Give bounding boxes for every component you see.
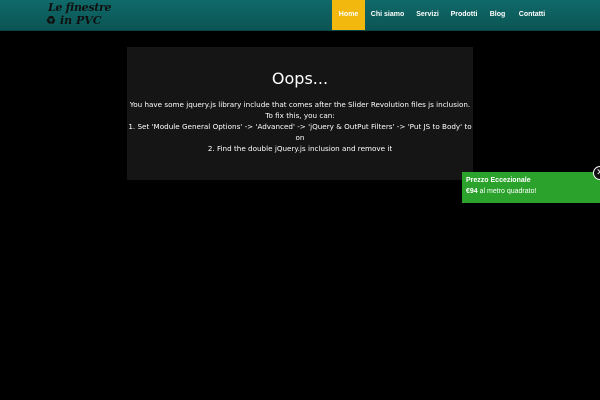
promo-banner[interactable]: Prezzo Eccezionale €94 al metro quadrato… [462,172,600,203]
site-logo[interactable]: Le finestre ♻ in PVC [46,2,118,29]
nav-item-prodotti[interactable]: Prodotti [445,0,483,30]
site-header: Le finestre ♻ in PVC Home Chi siamo Serv… [0,0,600,31]
nav-item-blog[interactable]: Blog [483,0,512,30]
error-line-3: 1. Set 'Module General Options' -> 'Adva… [128,122,472,131]
close-icon[interactable]: ✕ [593,166,600,180]
error-line-1: You have some jquery.js library include … [129,100,471,109]
nav-item-servizi[interactable]: Servizi [410,0,445,30]
error-line-5: 2. Find the double jQuery.js inclusion a… [207,144,393,153]
logo-line-1: Le finestre [48,1,112,14]
error-box: Oops... You have some jquery.js library … [127,47,473,180]
nav-item-contatti[interactable]: Contatti [512,0,552,30]
promo-price: €94 [466,188,478,195]
promo-desc: al metro quadrato! [477,188,537,195]
error-line-4: on [295,133,305,142]
error-title: Oops... [271,69,329,88]
main-nav: Home Chi siamo Servizi Prodotti Blog Con… [332,0,552,30]
nav-item-home[interactable]: Home [332,0,365,30]
nav-item-chi-siamo[interactable]: Chi siamo [365,0,410,30]
promo-text: €94 al metro quadrato! [466,188,536,195]
recycle-icon: ♻ [46,14,56,27]
logo-line-2: in PVC [60,14,102,27]
error-line-2: To fix this, you can: [265,111,335,120]
promo-title: Prezzo Eccezionale [466,177,531,184]
